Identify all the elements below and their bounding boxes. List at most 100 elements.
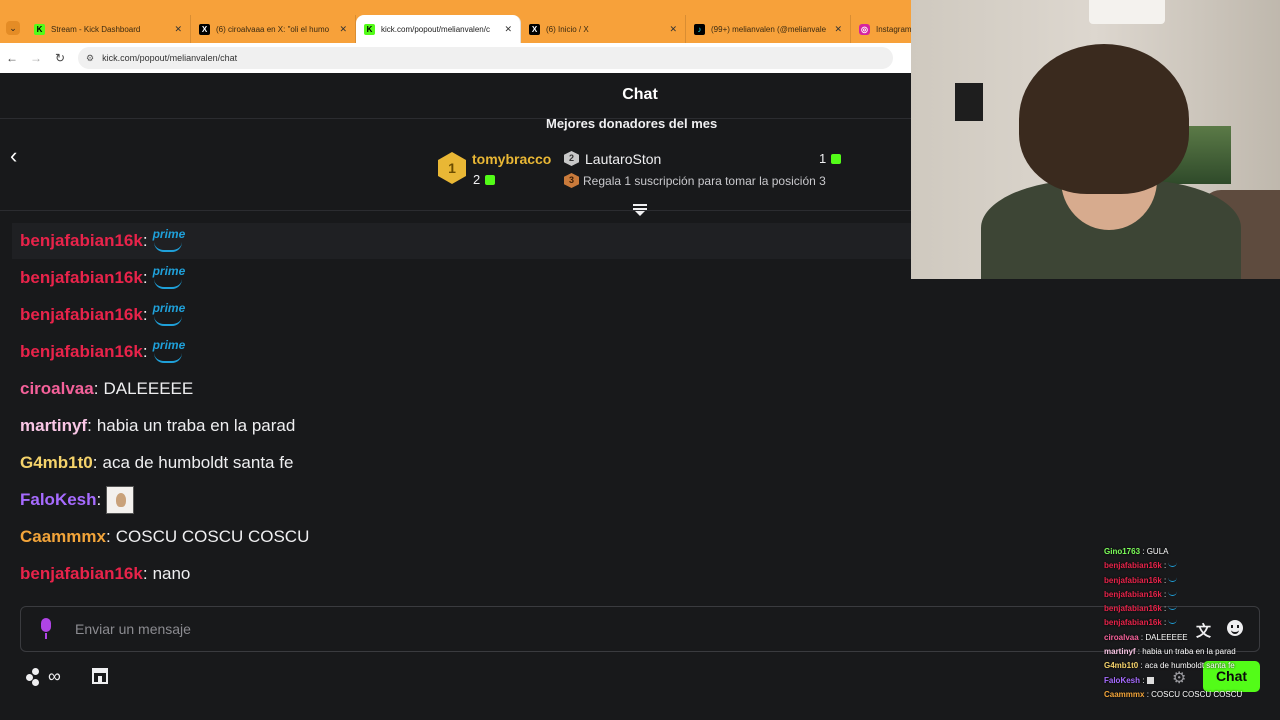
chat-message: martinyf: habia un traba en la parad (12, 408, 1260, 444)
url-text: kick.com/popout/melianvalen/chat (102, 53, 238, 63)
x-icon: X (199, 23, 210, 35)
browser-tab-bar: ⌄ K Stream - Kick Dashboard ✕ X (6) ciroalva… (0, 0, 1016, 43)
chat-username[interactable]: G4mb1t0 (20, 453, 93, 473)
overlay-chat-line: benjafabian16k : (1100, 561, 1280, 575)
reload-icon[interactable]: ↻ (48, 51, 72, 65)
streamer-hair (1019, 44, 1189, 194)
overlay-username: ciroalvaa (1104, 632, 1139, 642)
prime-emote-label: prime (152, 301, 186, 315)
donors-title: Mejores donadores del mes (546, 116, 718, 131)
overlay-chat-line: benjafabian16k : (1100, 576, 1280, 590)
prime-emote-icon (1168, 590, 1178, 596)
kick-icon: K (364, 23, 375, 35)
message-separator: : (142, 305, 148, 324)
close-tab-icon[interactable]: ✕ (834, 24, 842, 35)
chat-message: benjafabian16k: prime (12, 297, 1260, 333)
chat-username[interactable]: benjafabian16k (20, 231, 143, 251)
tab-search-dropdown-icon[interactable]: ⌄ (6, 21, 20, 35)
prime-emote-icon: prime (153, 338, 185, 366)
overlay-message-text: GULA (1146, 547, 1169, 556)
browser-tab[interactable]: X (6) ciroalvaaa en X: "oli el humo ✕ (191, 15, 356, 43)
chat-message-text: nano (152, 564, 191, 583)
tiktok-icon: ♪ (694, 23, 705, 35)
image-emote (1146, 676, 1154, 684)
store-icon[interactable] (92, 668, 108, 684)
overlay-username: benjafabian16k (1104, 589, 1162, 599)
browser-tab[interactable]: X (6) Inicio / X ✕ (521, 15, 686, 43)
message-input[interactable]: Enviar un mensaje 文 (20, 606, 1260, 652)
chat-message: benjafabian16k: nano (12, 556, 1260, 592)
url-field[interactable]: ⚙ kick.com/popout/melianvalen/chat (78, 47, 893, 69)
chat-username[interactable]: benjafabian16k (20, 305, 143, 325)
overlay-chat-line: ciroalvaa : DALEEEEE (1104, 632, 1188, 642)
overlay-username: benjafabian16k (1104, 604, 1162, 614)
browser-tab[interactable]: ♪ (99+) melianvalen (@melianvale ✕ (686, 15, 851, 43)
prime-emote-icon: prime (152, 227, 186, 255)
prime-emote-icon (1168, 576, 1178, 582)
channel-points[interactable]: ∞ (26, 666, 61, 687)
prime-emote-icon (1168, 561, 1178, 568)
close-tab-icon[interactable]: ✕ (339, 24, 347, 35)
message-separator: : (142, 268, 148, 287)
prime-emote-icon: prime (152, 301, 186, 329)
message-separator: : (96, 490, 102, 509)
x-icon: X (529, 23, 540, 35)
chat-message: ciroalvaa: DALEEEEE (12, 371, 1260, 407)
chat-message-text: habia un traba en la parad (96, 416, 296, 435)
chat-message: Caammmx: COSCU COSCU COSCU (12, 519, 1260, 555)
overlay-chat-line: Caammmx : COSCU COSCU COSCU (1104, 689, 1243, 699)
site-info-icon[interactable]: ⚙ (86, 53, 94, 64)
kick-icon: K (34, 23, 45, 35)
chat-username[interactable]: benjafabian16k (20, 268, 143, 288)
close-tab-icon[interactable]: ✕ (669, 24, 677, 35)
chat-username[interactable]: Caammmx (20, 527, 106, 547)
close-tab-icon[interactable]: ✕ (174, 24, 182, 35)
overlay-chat-line: Gino1763 : GULA (1104, 547, 1169, 556)
silver-medal-icon: 2 (564, 151, 579, 166)
overlay-chat-line: G4mb1t0 : aca de humboldt santa fe (1104, 661, 1235, 671)
instagram-icon: ◎ (859, 23, 870, 35)
overlay-chat-line: martinyf : habia un traba en la parad (1104, 647, 1236, 657)
donor-count-value: 1 (819, 151, 827, 166)
tab-label: (6) ciroalvaaa en X: "oli el humo (216, 24, 330, 34)
chevron-left-icon[interactable]: ‹ (10, 143, 17, 169)
gift-icon (485, 175, 496, 185)
close-tab-icon[interactable]: ✕ (504, 24, 512, 35)
overlay-username: benjafabian16k (1104, 618, 1162, 628)
browser-tab[interactable]: K Stream - Kick Dashboard ✕ (26, 15, 191, 43)
overlay-username: Gino1763 (1104, 547, 1141, 556)
chat-username[interactable]: ciroalvaa (20, 379, 94, 399)
back-arrow-icon[interactable]: ← (0, 51, 24, 65)
chat-username[interactable]: FaloKesh (20, 490, 97, 510)
prime-emote-label: prime (152, 227, 186, 241)
air-conditioner (1089, 0, 1165, 24)
tab-label: (99+) melianvalen (@melianvale (711, 24, 827, 34)
message-separator: : (93, 379, 99, 398)
prime-emote-label: prime (152, 264, 186, 278)
donor-name[interactable]: LautaroSton (585, 151, 661, 167)
chat-username[interactable]: martinyf (20, 416, 87, 436)
overlay-chat-line: benjafabian16k : (1100, 590, 1280, 604)
chat-username[interactable]: benjafabian16k (20, 564, 143, 584)
donor-name[interactable]: tomybracco (472, 151, 551, 167)
browser-tab[interactable]: Kkick.com/popout/melianvalen/c ✕ (356, 15, 521, 43)
gift-sub-prompt[interactable]: Regala 1 suscripción para tomar la posic… (583, 174, 826, 188)
message-separator: : (87, 416, 92, 435)
message-separator: : (92, 453, 98, 472)
address-bar: ← → ↻ ⚙ kick.com/popout/melianvalen/chat (0, 43, 911, 73)
points-value: ∞ (48, 666, 61, 686)
donor-gift-count: 1 (819, 151, 842, 166)
chat-username[interactable]: benjafabian16k (20, 342, 143, 362)
overlay-username: FaloKesh (1104, 675, 1141, 685)
message-separator: : (106, 527, 111, 546)
message-separator: : (142, 342, 148, 361)
prime-emote-icon (1168, 618, 1178, 625)
microphone-icon[interactable] (39, 618, 53, 640)
message-separator: : (142, 231, 148, 250)
overlay-message-text: habia un traba en la parad (1142, 647, 1236, 657)
forward-arrow-icon[interactable]: → (24, 51, 48, 65)
overlay-username: martinyf (1104, 647, 1136, 657)
gift-icon (831, 154, 842, 164)
stream-chat-overlay: Gino1763 : GULA benjafabian16k : benjafab… (1100, 547, 1280, 704)
bronze-medal-icon: 3 (564, 173, 579, 188)
